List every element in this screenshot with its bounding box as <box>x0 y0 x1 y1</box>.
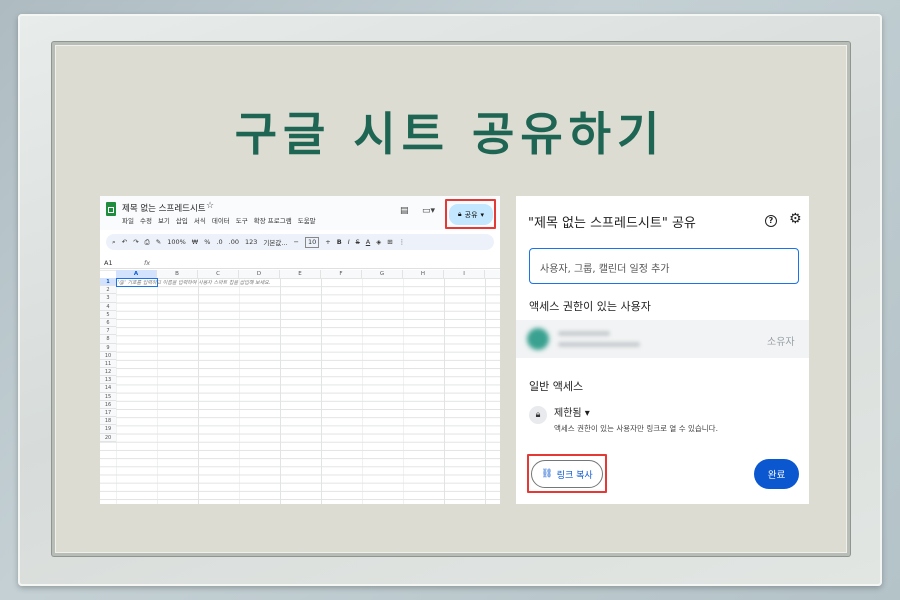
owner-name-blurred <box>558 331 610 336</box>
page-title: 구글 시트 공유하기 <box>234 107 666 161</box>
row-header[interactable]: 10 <box>100 352 116 360</box>
font-size-increase-button[interactable]: + <box>325 238 330 246</box>
row-header[interactable]: 3 <box>100 294 116 303</box>
general-access-title: 일반 액세스 <box>529 380 584 393</box>
redo-icon[interactable]: ↷ <box>133 238 138 246</box>
font-size-input[interactable]: 10 <box>304 236 320 248</box>
row-header[interactable]: 14 <box>100 384 116 393</box>
row-headers: 1 2 3 4 5 6 7 8 9 10 11 12 13 14 15 16 1… <box>100 278 116 442</box>
sheet-header: 제목 없는 스프레드시트 ☆ 파일 수정 보기 삽입 서식 데이터 도구 확장 … <box>100 196 500 230</box>
zoom-select[interactable]: 100% <box>167 238 186 246</box>
row-header[interactable]: 19 <box>100 425 116 434</box>
undo-icon[interactable]: ↶ <box>122 238 127 246</box>
doc-title[interactable]: 제목 없는 스프레드시트 <box>122 202 206 214</box>
menu-format[interactable]: 서식 <box>194 215 206 225</box>
print-icon[interactable]: ⎙ <box>145 238 150 247</box>
fx-icon: fx <box>144 259 151 267</box>
add-people-input[interactable]: 사용자, 그룹, 캘린더 일정 추가 <box>529 248 799 284</box>
italic-button[interactable]: I <box>348 238 350 246</box>
row-header[interactable]: 16 <box>100 401 116 409</box>
star-icon[interactable]: ☆ <box>206 201 214 211</box>
owner-email-blurred <box>558 342 640 347</box>
menu-file[interactable]: 파일 <box>122 215 134 225</box>
row-header[interactable]: 9 <box>100 344 116 352</box>
menu-data[interactable]: 데이터 <box>212 215 230 225</box>
menu-extensions[interactable]: 확장 프로그램 <box>254 215 292 225</box>
gear-icon[interactable]: ⚙ <box>789 211 802 227</box>
dialog-title: "제목 없는 스프레드시트" 공유 <box>528 216 696 231</box>
column-header[interactable]: C <box>198 270 239 278</box>
done-button[interactable]: 완료 <box>754 459 799 489</box>
number-format-button[interactable]: 123 <box>245 238 257 246</box>
help-icon[interactable]: ? <box>765 215 777 227</box>
bold-button[interactable]: B <box>337 238 342 246</box>
copy-link-highlight <box>527 454 607 493</box>
column-header[interactable]: H <box>403 270 444 278</box>
row-header[interactable]: 15 <box>100 393 116 401</box>
toolbar: ⌕ ↶ ↷ ⎙ ✎ 100% ₩ % .0 .00 123 기본값... − 1… <box>106 234 494 250</box>
decimal-more-button[interactable]: .00 <box>229 238 239 246</box>
menu-tools[interactable]: 도구 <box>236 215 248 225</box>
formula-bar: A1 fx <box>100 258 500 269</box>
borders-icon[interactable]: ⊞ <box>387 238 392 246</box>
menu-insert[interactable]: 삽입 <box>176 215 188 225</box>
column-header[interactable]: D <box>239 270 280 278</box>
percent-button[interactable]: % <box>204 238 210 246</box>
decimal-less-button[interactable]: .0 <box>216 238 222 246</box>
search-icon[interactable]: ⌕ <box>112 238 116 247</box>
meet-icon[interactable]: ▭▾ <box>422 206 435 216</box>
column-headers: A B C D E F G H I <box>116 270 500 278</box>
strikethrough-button[interactable]: S <box>356 238 360 246</box>
row-header[interactable]: 13 <box>100 376 116 385</box>
row-header[interactable]: 2 <box>100 286 116 295</box>
row-header[interactable]: 17 <box>100 409 116 418</box>
currency-button[interactable]: ₩ <box>192 238 198 246</box>
lock-icon: 🔒︎ <box>529 406 547 424</box>
row-header[interactable]: 6 <box>100 319 116 328</box>
font-select[interactable]: 기본값... <box>263 237 287 247</box>
owner-role-label: 소유자 <box>767 337 795 348</box>
row-header[interactable]: 1 <box>100 278 116 287</box>
owner-row: 소유자 <box>516 320 809 358</box>
paint-format-icon[interactable]: ✎ <box>156 238 161 246</box>
row-header[interactable]: 20 <box>100 434 116 442</box>
row-header[interactable]: 12 <box>100 368 116 377</box>
row-header[interactable]: 18 <box>100 417 116 426</box>
font-size-decrease-button[interactable]: − <box>294 238 299 246</box>
access-level-select[interactable]: 제한됨 ▾ <box>554 404 590 419</box>
row-header[interactable]: 7 <box>100 327 116 336</box>
sheets-logo-icon <box>106 202 116 216</box>
more-icon[interactable]: ⋮ <box>399 238 406 246</box>
menu-view[interactable]: 보기 <box>158 215 170 225</box>
comment-icon[interactable]: ▤ <box>400 206 409 216</box>
row-header[interactable]: 4 <box>100 303 116 311</box>
smart-chip-hint: '@' 기호를 입력하고 이름을 입력하여 사용자 스마트 칩을 삽입해 보세요… <box>118 280 271 286</box>
column-header[interactable]: E <box>280 270 321 278</box>
fill-color-icon[interactable]: ◈ <box>376 238 381 246</box>
chevron-down-icon: ▾ <box>584 408 590 419</box>
menu-bar: 파일 수정 보기 삽입 서식 데이터 도구 확장 프로그램 도움말 <box>122 215 316 225</box>
name-box[interactable]: A1 <box>104 259 113 267</box>
sheet-grid[interactable] <box>100 270 500 504</box>
avatar <box>527 328 549 350</box>
text-color-button[interactable]: A <box>366 238 370 246</box>
access-description: 액세스 권한이 있는 사용자만 링크로 열 수 있습니다. <box>554 424 718 433</box>
column-header[interactable]: B <box>157 270 198 278</box>
menu-edit[interactable]: 수정 <box>140 215 152 225</box>
column-header[interactable]: G <box>362 270 403 278</box>
row-header[interactable]: 5 <box>100 311 116 319</box>
column-header[interactable]: I <box>444 270 485 278</box>
spreadsheet-screenshot: 제목 없는 스프레드시트 ☆ 파일 수정 보기 삽입 서식 데이터 도구 확장 … <box>100 196 500 504</box>
access-level-value: 제한됨 <box>554 408 582 419</box>
row-header[interactable]: 11 <box>100 360 116 369</box>
column-header[interactable]: F <box>321 270 362 278</box>
share-dialog: "제목 없는 스프레드시트" 공유 ? ⚙ 사용자, 그룹, 캘린더 일정 추가… <box>516 196 809 504</box>
menu-help[interactable]: 도움말 <box>298 215 316 225</box>
row-header[interactable]: 8 <box>100 335 116 344</box>
share-button-highlight <box>445 199 496 229</box>
people-section-title: 액세스 권한이 있는 사용자 <box>529 300 651 313</box>
column-header[interactable]: A <box>116 270 157 278</box>
